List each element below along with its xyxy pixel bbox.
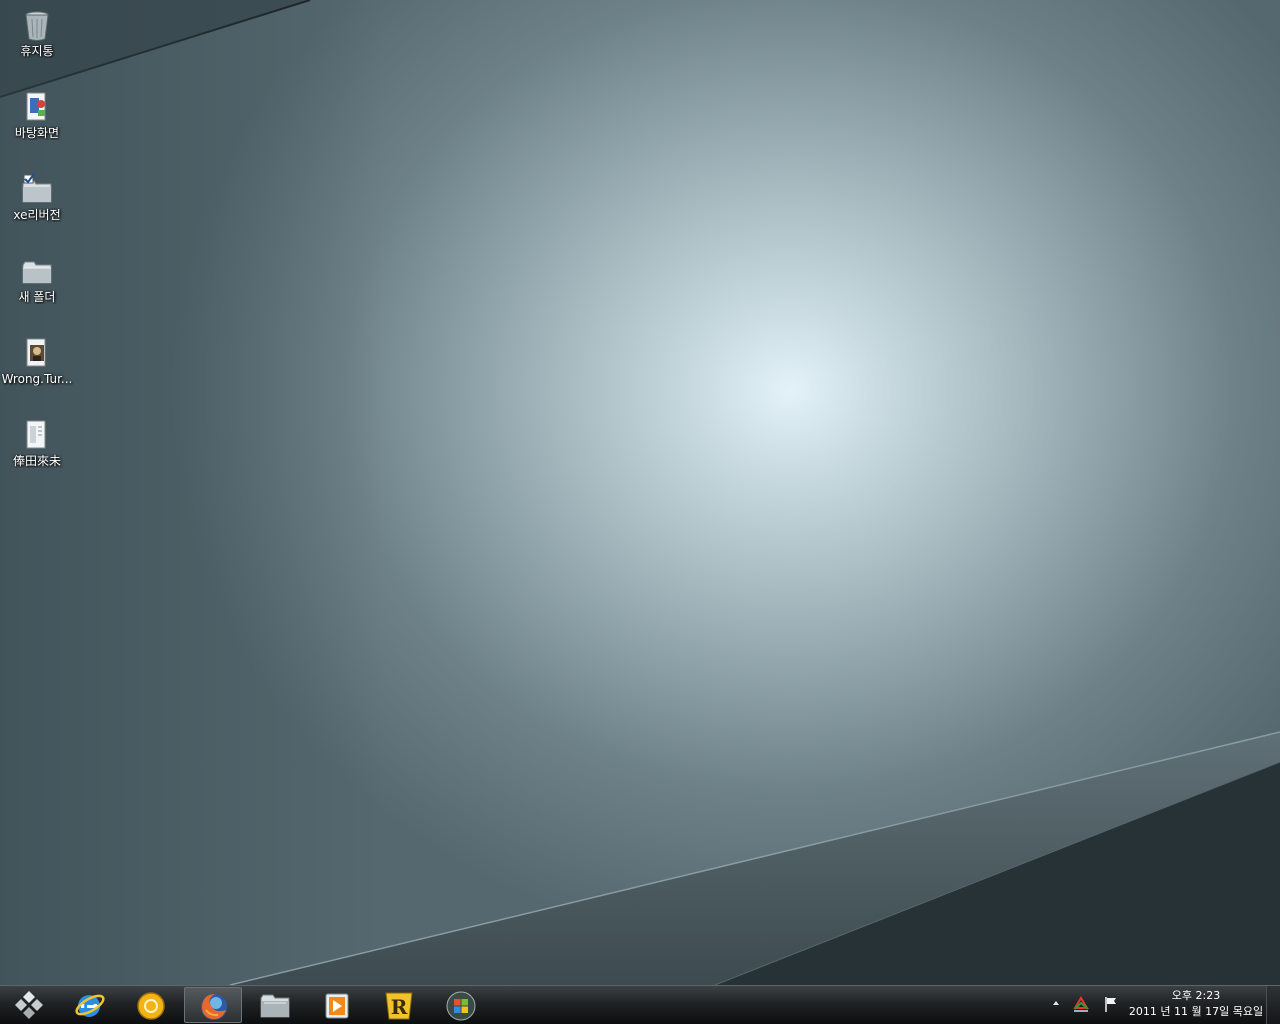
svg-text:R: R bbox=[391, 995, 408, 1019]
desktop-icon-file[interactable]: 俸田來未 bbox=[0, 414, 74, 492]
taskbar-button-media-player[interactable] bbox=[308, 987, 366, 1023]
folder-check-icon bbox=[22, 173, 52, 203]
gold-ring-app-icon bbox=[137, 992, 165, 1020]
media-player-icon bbox=[325, 993, 349, 1019]
desktop-icon-new-folder[interactable]: 새 폴더 bbox=[0, 250, 74, 328]
taskbar: R 오후 2:23 2011 년 11 월 17일 목요일 bbox=[0, 985, 1280, 1024]
desktop-icon-wrong-turn[interactable]: Wrong.Tur... bbox=[0, 332, 74, 410]
file-icon bbox=[26, 420, 46, 449]
explorer-folder-icon bbox=[260, 994, 290, 1018]
clock-date: 2011 년 11 월 17일 목요일 bbox=[1128, 1005, 1264, 1018]
internet-explorer-icon bbox=[75, 994, 105, 1017]
r-app-icon: R bbox=[385, 992, 413, 1020]
desktop-icon-recycle-bin[interactable]: 휴지통 bbox=[0, 4, 74, 82]
folder-icon bbox=[22, 261, 52, 284]
system-clock[interactable]: 오후 2:23 2011 년 11 월 17일 목요일 bbox=[1124, 988, 1268, 1020]
show-desktop-button[interactable] bbox=[1266, 986, 1280, 1024]
desktop-icon-label: 휴지통 bbox=[20, 44, 54, 58]
network-icon[interactable] bbox=[1071, 994, 1091, 1014]
desktop-icon-xe-revision[interactable]: xe리버전 bbox=[0, 168, 74, 246]
desktop-icon-desktop-shortcut[interactable]: 바탕화면 bbox=[0, 86, 74, 164]
firefox-icon bbox=[201, 994, 227, 1020]
desktop-icon-label: 俸田來未 bbox=[12, 454, 61, 468]
action-center-flag-icon[interactable] bbox=[1101, 994, 1121, 1014]
desktop-icon-label: 바탕화면 bbox=[14, 126, 60, 140]
recycle-bin-icon bbox=[25, 11, 49, 41]
taskbar-button-r-app[interactable]: R bbox=[370, 987, 428, 1023]
clock-time: 오후 2:23 bbox=[1171, 989, 1221, 1002]
desktop-shortcut-icon bbox=[26, 92, 46, 121]
desktop-icon-label: Wrong.Tur... bbox=[1, 372, 73, 386]
taskbar-button-windows[interactable] bbox=[432, 987, 490, 1023]
taskbar-button-internet-explorer[interactable] bbox=[60, 987, 118, 1023]
taskbar-button-firefox[interactable] bbox=[184, 987, 242, 1023]
wallpaper-shapes bbox=[0, 0, 1280, 985]
desktop[interactable]: 휴지통 바탕화면 xe리버전 새 폴더 Wrong.Tur... 俸田來未 bbox=[0, 0, 1280, 985]
start-orb-icon bbox=[15, 991, 43, 1019]
start-button[interactable] bbox=[0, 987, 58, 1023]
show-hidden-arrow-icon[interactable] bbox=[1050, 996, 1062, 1010]
windows-logo-icon bbox=[446, 991, 476, 1021]
taskbar-button-explorer[interactable] bbox=[246, 987, 304, 1023]
video-file-icon bbox=[26, 338, 46, 367]
desktop-icon-label: 새 폴더 bbox=[18, 290, 56, 304]
taskbar-button-gold-ring-app[interactable] bbox=[122, 987, 180, 1023]
desktop-icon-label: xe리버전 bbox=[13, 208, 61, 222]
